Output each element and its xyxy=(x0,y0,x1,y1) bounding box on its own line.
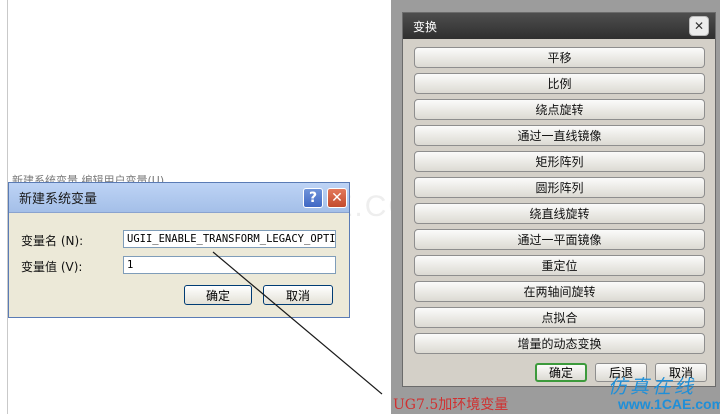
transform-panel: 变换 ✕ 平移 比例 绕点旋转 通过一直线镜像 矩形阵列 圆形阵列 绕直线旋转 … xyxy=(402,12,716,387)
mirror-through-plane-button[interactable]: 通过一平面镜像 xyxy=(414,229,705,250)
rotate-about-line-button[interactable]: 绕直线旋转 xyxy=(414,203,705,224)
caption: UG7.5加环境变量 xyxy=(393,397,509,413)
transform-title-bar[interactable]: 变换 xyxy=(403,13,715,39)
ok-button[interactable]: 确定 xyxy=(535,363,587,382)
incremental-dynamic-transform-button[interactable]: 增量的动态变换 xyxy=(414,333,705,354)
transform-title: 变换 xyxy=(413,19,438,34)
rotate-about-point-button[interactable]: 绕点旋转 xyxy=(414,99,705,120)
scale-button[interactable]: 比例 xyxy=(414,73,705,94)
point-fit-button[interactable]: 点拟合 xyxy=(414,307,705,328)
reposition-button[interactable]: 重定位 xyxy=(414,255,705,276)
translate-button[interactable]: 平移 xyxy=(414,47,705,68)
site-logo-text: 仿真在线 xyxy=(608,376,697,398)
mirror-through-line-button[interactable]: 通过一直线镜像 xyxy=(414,125,705,146)
site-logo-url: www.1CAE.com xyxy=(618,396,720,412)
circular-array-button[interactable]: 圆形阵列 xyxy=(414,177,705,198)
rotate-between-axes-button[interactable]: 在两轴间旋转 xyxy=(414,281,705,302)
rectangular-array-button[interactable]: 矩形阵列 xyxy=(414,151,705,172)
close-icon[interactable]: ✕ xyxy=(689,16,709,36)
